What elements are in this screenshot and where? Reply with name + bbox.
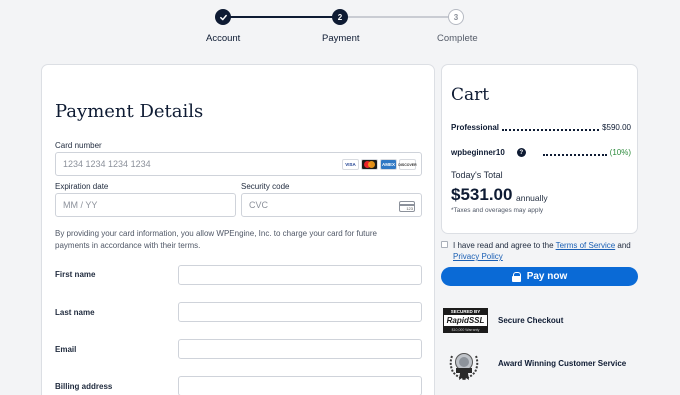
tax-note: *Taxes and overages may apply <box>451 207 544 214</box>
coupon-code: wpbeginner10 <box>451 148 505 157</box>
expiration-date-label: Expiration date <box>55 182 109 191</box>
terms-checkbox[interactable] <box>441 241 448 248</box>
cart-item-price: $590.00 <box>602 123 631 132</box>
award-badge-icon <box>446 346 482 382</box>
step-payment-number: 2 <box>332 9 348 25</box>
step-payment-label: Payment <box>322 33 360 44</box>
cart-title: Cart <box>451 85 490 105</box>
terms-text: I have read and agree to the Terms of Se… <box>441 240 641 262</box>
cart-item-name: Professional <box>451 123 500 132</box>
step-complete-number: 3 <box>448 9 464 25</box>
security-code-placeholder: CVC <box>249 200 269 210</box>
terms-of-service-link[interactable]: Terms of Service <box>556 241 616 250</box>
billing-address-input[interactable] <box>178 376 422 395</box>
terms-and: and <box>615 241 631 250</box>
payment-details-card: Payment Details Card number 1234 1234 12… <box>41 64 435 395</box>
step-account-check-icon <box>215 9 231 25</box>
pay-now-label: Pay now <box>526 271 568 282</box>
cart-item-coupon: wpbeginner10 ? (10%) <box>451 148 631 157</box>
first-name-input[interactable] <box>178 265 422 285</box>
step-account-label: Account <box>206 33 241 44</box>
visa-icon: VISA <box>342 159 359 170</box>
rapidssl-badge: SECURED BY RapidSSL $10,000 Warranty <box>443 308 488 333</box>
card-number-placeholder: 1234 1234 1234 1234 <box>63 159 151 169</box>
payment-details-title: Payment Details <box>55 101 204 122</box>
ssl-badge-brand: RapidSSL <box>443 315 488 326</box>
card-consent-text: By providing your card information, you … <box>55 229 377 250</box>
billing-period: annually <box>516 193 548 203</box>
secure-checkout-text: Secure Checkout <box>498 316 564 325</box>
coupon-discount: (10%) <box>609 148 631 157</box>
coupon-leader <box>542 153 607 156</box>
pay-now-button[interactable]: Pay now <box>441 267 638 286</box>
amex-icon: AMEX <box>380 159 397 170</box>
ssl-badge-warranty: $10,000 Warranty <box>443 326 488 333</box>
stepper-line-complete <box>223 16 340 18</box>
terms-agreement: I have read and agree to the Terms of Se… <box>441 240 641 262</box>
cart-item-leader <box>502 128 600 131</box>
checkout-stepper: 2 3 Account Payment Complete <box>0 0 680 52</box>
cart-item-professional: Professional $590.00 <box>451 123 631 132</box>
discover-icon: DISCOVER <box>398 159 417 170</box>
card-number-input[interactable]: 1234 1234 1234 1234 VISA AMEX DISCOVER <box>55 152 422 176</box>
ssl-badge-top: SECURED BY <box>443 308 488 315</box>
card-number-label: Card number <box>55 141 102 150</box>
last-name-input[interactable] <box>178 302 422 322</box>
today-total-label: Today's Total <box>451 170 503 180</box>
cvc-card-icon <box>399 201 415 212</box>
last-name-label: Last name <box>55 308 95 317</box>
expiration-placeholder: MM / YY <box>63 200 98 210</box>
billing-address-label: Billing address <box>55 382 113 391</box>
privacy-policy-link[interactable]: Privacy Policy <box>453 252 503 261</box>
stepper-line-pending <box>340 16 456 18</box>
award-text: Award Winning Customer Service <box>498 359 627 368</box>
mastercard-icon <box>361 159 378 170</box>
email-input[interactable] <box>178 339 422 359</box>
expiration-date-input[interactable]: MM / YY <box>55 193 236 217</box>
step-complete-label: Complete <box>437 33 478 44</box>
total-amount: $531.00 <box>451 185 513 204</box>
security-code-input[interactable]: CVC <box>241 193 422 217</box>
card-brand-logos: VISA AMEX DISCOVER <box>342 159 417 170</box>
cart-card: Cart Professional $590.00 wpbeginner10 ?… <box>441 64 638 234</box>
terms-prefix: I have read and agree to the <box>453 241 556 250</box>
security-code-label: Security code <box>241 182 290 191</box>
first-name-label: First name <box>55 270 96 279</box>
lock-icon <box>511 271 522 282</box>
help-icon[interactable]: ? <box>516 148 526 157</box>
email-label: Email <box>55 345 77 354</box>
